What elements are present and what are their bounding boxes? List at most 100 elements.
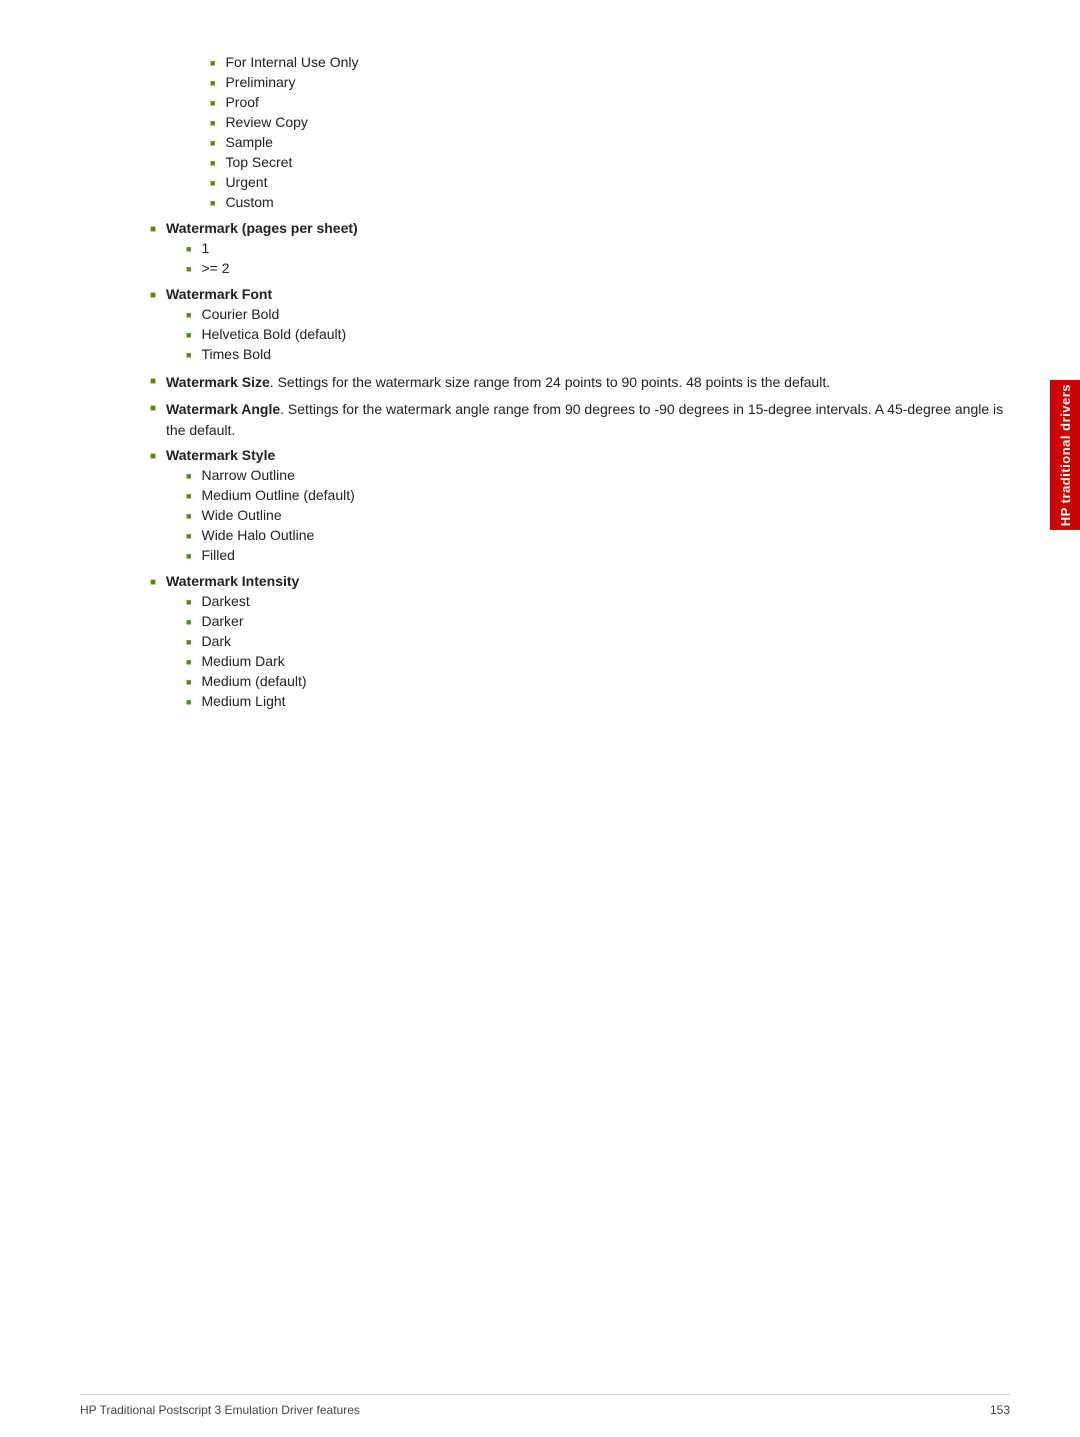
- section-watermark-angle: ■ Watermark Angle. Settings for the water…: [150, 399, 1010, 441]
- list-item: ■ >= 2: [186, 260, 1010, 276]
- section-content: Watermark Size. Settings for the waterma…: [166, 372, 1010, 393]
- item-label: Darker: [201, 613, 1010, 629]
- item-label: Dark: [201, 633, 1010, 649]
- bullet-icon: ■: [186, 657, 191, 667]
- item-label: Narrow Outline: [201, 467, 1010, 483]
- bullet-icon: ■: [186, 551, 191, 561]
- section-content: Watermark Style ■ Narrow Outline ■ Mediu…: [166, 447, 1010, 567]
- bullet-icon: ■: [210, 98, 215, 108]
- item-label: >= 2: [201, 260, 1010, 276]
- item-label: Helvetica Bold (default): [201, 326, 1010, 342]
- section-label: Watermark (pages per sheet): [166, 220, 1010, 236]
- bullet-icon: ■: [186, 677, 191, 687]
- section-content: Watermark Angle. Settings for the waterm…: [166, 399, 1010, 441]
- item-label: Wide Halo Outline: [201, 527, 1010, 543]
- list-item: ■ Darkest: [186, 593, 1010, 609]
- item-label: Darkest: [201, 593, 1010, 609]
- list-item: ■ Review Copy: [210, 114, 1010, 130]
- list-item: ■ Sample: [210, 134, 1010, 150]
- list-item: ■ Medium Outline (default): [186, 487, 1010, 503]
- bullet-icon: ■: [186, 697, 191, 707]
- sub-list: ■ Narrow Outline ■ Medium Outline (defau…: [186, 467, 1010, 563]
- bullet-icon: ■: [150, 290, 156, 301]
- section-label: Watermark Intensity: [166, 573, 1010, 589]
- item-label: Custom: [225, 194, 1010, 210]
- bullet-icon: ■: [150, 376, 156, 387]
- bullet-icon: ■: [186, 471, 191, 481]
- sub-list: ■ Courier Bold ■ Helvetica Bold (default…: [186, 306, 1010, 362]
- page-container: HP traditional drivers ■ For Internal Us…: [0, 0, 1080, 1437]
- list-item: ■ Medium Dark: [186, 653, 1010, 669]
- item-label: Proof: [225, 94, 1010, 110]
- list-item: ■ Preliminary: [210, 74, 1010, 90]
- list-item: ■ Helvetica Bold (default): [186, 326, 1010, 342]
- main-content: ■ For Internal Use Only ■ Preliminary ■ …: [150, 30, 1010, 713]
- item-label: Review Copy: [225, 114, 1010, 130]
- section-watermark-intensity: ■Watermark Intensity ■ Darkest ■ Darker …: [150, 573, 1010, 713]
- bullet-icon: ■: [150, 403, 156, 414]
- bullet-icon: ■: [186, 491, 191, 501]
- list-item: ■ Dark: [186, 633, 1010, 649]
- bullet-icon: ■: [210, 198, 215, 208]
- item-label: Filled: [201, 547, 1010, 563]
- list-item: ■ Proof: [210, 94, 1010, 110]
- list-item: ■ Narrow Outline: [186, 467, 1010, 483]
- item-label: Medium (default): [201, 673, 1010, 689]
- list-item: ■ Filled: [186, 547, 1010, 563]
- bullet-icon: ■: [210, 78, 215, 88]
- section-content: Watermark Font ■ Courier Bold ■ Helvetic…: [166, 286, 1010, 366]
- section-label: Watermark Font: [166, 286, 1010, 302]
- section-watermark-size: ■ Watermark Size. Settings for the waterm…: [150, 372, 1010, 393]
- item-label: Sample: [225, 134, 1010, 150]
- item-label: Top Secret: [225, 154, 1010, 170]
- item-label: Times Bold: [201, 346, 1010, 362]
- side-tab-wrapper: HP traditional drivers: [1050, 380, 1080, 530]
- bullet-icon: ■: [186, 310, 191, 320]
- section-watermark-font: ■Watermark Font ■ Courier Bold ■ Helveti…: [150, 286, 1010, 366]
- top-sub-list: ■ For Internal Use Only ■ Preliminary ■ …: [210, 54, 1010, 210]
- list-item: ■ 1: [186, 240, 1010, 256]
- item-label: Courier Bold: [201, 306, 1010, 322]
- list-item: ■ Darker: [186, 613, 1010, 629]
- bullet-icon: ■: [210, 178, 215, 188]
- side-tab-label: HP traditional drivers: [1058, 384, 1073, 526]
- list-item: ■ Wide Outline: [186, 507, 1010, 523]
- bullet-icon: ■: [150, 224, 156, 235]
- bullet-icon: ■: [186, 531, 191, 541]
- item-label: Medium Dark: [201, 653, 1010, 669]
- item-label: For Internal Use Only: [225, 54, 1010, 70]
- item-label: Medium Light: [201, 693, 1010, 709]
- sections-list: ■Watermark (pages per sheet) ■ 1 ■ >= 2 …: [150, 220, 1010, 713]
- bullet-icon: ■: [210, 138, 215, 148]
- section-watermark-pages: ■Watermark (pages per sheet) ■ 1 ■ >= 2: [150, 220, 1010, 280]
- item-label: Medium Outline (default): [201, 487, 1010, 503]
- bullet-icon: ■: [186, 637, 191, 647]
- bullet-icon: ■: [186, 264, 191, 274]
- item-label: Wide Outline: [201, 507, 1010, 523]
- section-label: Watermark Style: [166, 447, 1010, 463]
- item-label: 1: [201, 240, 1010, 256]
- list-item: ■ Custom: [210, 194, 1010, 210]
- section-content: Watermark Intensity ■ Darkest ■ Darker ■…: [166, 573, 1010, 713]
- item-label: Preliminary: [225, 74, 1010, 90]
- sub-list: ■ Darkest ■ Darker ■ Dark ■ Medium Dark …: [186, 593, 1010, 709]
- list-item: ■ Times Bold: [186, 346, 1010, 362]
- bullet-icon: ■: [186, 617, 191, 627]
- section-content: Watermark (pages per sheet) ■ 1 ■ >= 2: [166, 220, 1010, 280]
- bullet-icon: ■: [186, 244, 191, 254]
- list-item: ■ Wide Halo Outline: [186, 527, 1010, 543]
- bullet-icon: ■: [186, 511, 191, 521]
- bullet-icon: ■: [150, 451, 156, 462]
- section-watermark-style: ■Watermark Style ■ Narrow Outline ■ Medi…: [150, 447, 1010, 567]
- list-item: ■ Medium (default): [186, 673, 1010, 689]
- list-item: ■ Medium Light: [186, 693, 1010, 709]
- list-item: ■ Top Secret: [210, 154, 1010, 170]
- item-label: Urgent: [225, 174, 1010, 190]
- footer-left: HP Traditional Postscript 3 Emulation Dr…: [80, 1403, 360, 1417]
- footer-right: 153: [990, 1403, 1010, 1417]
- bullet-icon: ■: [186, 330, 191, 340]
- bullet-icon: ■: [210, 118, 215, 128]
- list-item: ■ Courier Bold: [186, 306, 1010, 322]
- page-footer: HP Traditional Postscript 3 Emulation Dr…: [80, 1394, 1010, 1417]
- bullet-icon: ■: [210, 58, 215, 68]
